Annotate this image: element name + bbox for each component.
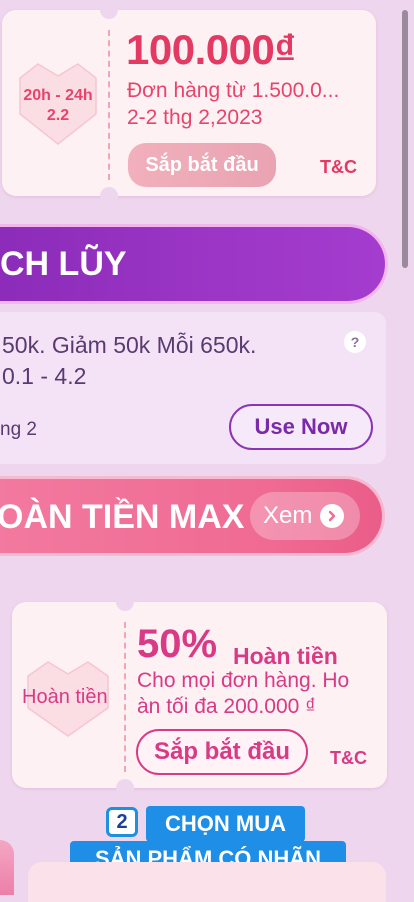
corner-decoration [0,840,14,895]
voucher-validity: 2-2 thg 2,2023 [127,106,263,129]
scrollbar[interactable] [402,10,408,268]
voucher-card-fixed-discount[interactable]: 20h - 24h 2.2 100.000₫ Đơn hàng từ 1.500… [2,1,376,205]
view-more-label: Xem [263,502,313,529]
ticket-divider [108,30,110,180]
cashback-banner-title: OÀN TIỀN MAX [0,498,245,536]
voucher-dates: 0.1 - 4.2 [2,363,87,389]
voucher-footer-text: ng 2 [0,419,37,440]
cashback-percent: 50% [137,622,218,666]
voucher-condition: Đơn hàng từ 1.500.0... [127,79,340,102]
accumulate-banner-title: CH LŨY [0,245,127,283]
voucher-time-date: 2.2 [46,107,70,124]
cashback-condition-line1: Cho mọi đơn hàng. Ho [137,669,350,692]
upcoming-status-button[interactable]: Sắp bắt đầu [136,729,308,775]
voucher-description: 50k. Giảm 50k Mỗi 650k. [2,332,257,358]
step-title-line1: CHỌN MUA [146,806,305,842]
ticket-notch-bottom [100,187,118,205]
cashback-percent-label: Hoàn tiền [233,643,338,669]
chevron-right-icon [320,504,345,528]
ticket-divider [124,622,126,772]
cashback-condition-line2: àn tối đa 200.000 ₫ [137,695,316,718]
terms-link[interactable]: T&C [330,748,367,769]
ticket-notch-top [100,1,118,19]
ticket-notch-top [116,593,134,611]
use-now-button[interactable]: Use Now [229,404,373,450]
terms-link[interactable]: T&C [320,157,357,178]
voucher-time-range: 20h - 24h [23,87,93,104]
ticket-notch-bottom [116,779,134,797]
accumulate-banner: CH LŨY [0,224,388,304]
upcoming-status-button[interactable]: Sắp bắt đầu [128,143,276,187]
voucher-amount: 100.000₫ [126,26,296,73]
cashback-side-label: Hoàn tiền [22,686,108,708]
view-more-button[interactable]: Xem [250,492,360,540]
help-icon[interactable]: ? [344,331,366,353]
next-card-top [28,862,386,902]
step-number-badge: 2 [106,807,138,837]
